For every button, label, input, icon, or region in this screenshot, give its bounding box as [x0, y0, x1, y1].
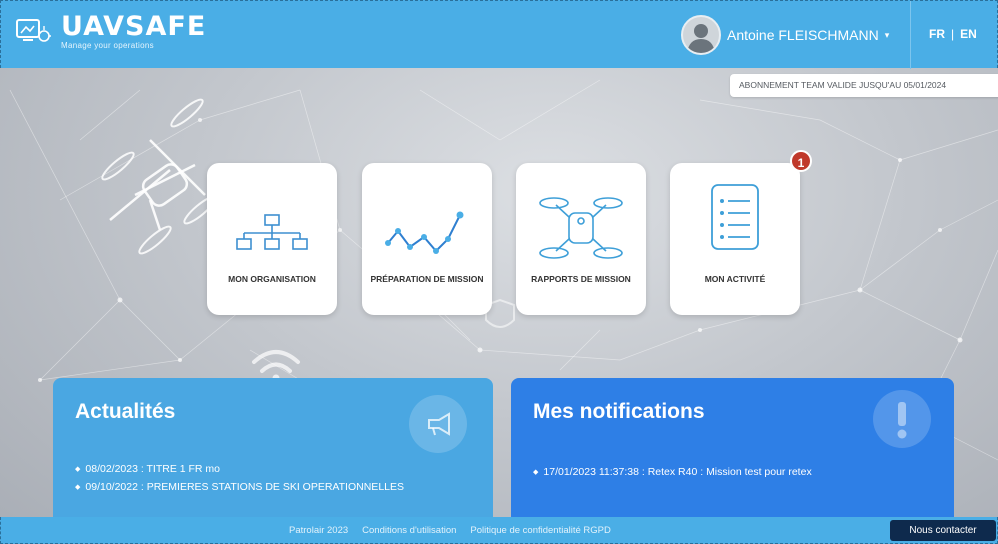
news-title: Actualités	[75, 400, 176, 423]
lang-en[interactable]: EN	[960, 27, 977, 41]
tile-preparation-mission[interactable]: PRÉPARATION DE MISSION	[362, 163, 492, 315]
tile-label: MON ORGANISATION	[228, 274, 316, 284]
checklist-icon	[670, 181, 800, 271]
tile-rapports-mission[interactable]: RAPPORTS DE MISSION	[516, 163, 646, 315]
notifications-list: ◆ 17/01/2023 11:37:38 : Retex R40 : Missi…	[533, 465, 933, 483]
footer-link-terms[interactable]: Conditions d'utilisation	[362, 525, 456, 536]
list-item[interactable]: ◆ 09/10/2022 : PREMIERES STATIONS DE SKI …	[75, 480, 455, 495]
tile-label: RAPPORTS DE MISSION	[531, 274, 631, 284]
logo-name: UAVSAFE	[61, 11, 207, 42]
list-item[interactable]: ◆ 17/01/2023 11:37:38 : Retex R40 : Missi…	[533, 465, 933, 480]
exclamation-icon	[873, 390, 931, 448]
logo-tagline: Manage your operations	[61, 41, 154, 50]
news-list: ◆ 08/02/2023 : TITRE 1 FR mo ◆ 09/10/2022 …	[75, 462, 455, 498]
avatar	[681, 15, 721, 55]
tile-mon-activite[interactable]: MON ACTIVITÉ	[670, 163, 800, 315]
tile-label: PRÉPARATION DE MISSION	[370, 274, 484, 284]
tile-label: MON ACTIVITÉ	[704, 274, 766, 284]
user-silhouette-icon	[687, 24, 715, 53]
footer-links: Patrolair 2023 Conditions d'utilisation …	[289, 525, 611, 536]
activity-count-badge: 1	[790, 150, 812, 172]
news-panel: Actualités ◆ 08/02/2023 : TITRE 1 FR mo ◆…	[53, 378, 493, 528]
logo[interactable]: UAVSAFE Manage your operations	[15, 13, 206, 50]
user-menu[interactable]: Antoine FLEISCHMANN ▾	[681, 15, 889, 55]
footer-link-copyright[interactable]: Patrolair 2023	[289, 525, 348, 536]
tile-mon-organisation[interactable]: MON ORGANISATION	[207, 163, 337, 315]
notifications-panel: Mes notifications ◆ 17/01/2023 11:37:38 :…	[511, 378, 954, 528]
drone-screen-icon	[15, 17, 51, 47]
footer-link-privacy[interactable]: Politique de confidentialité RGPD	[470, 525, 610, 536]
lang-fr[interactable]: FR	[929, 27, 945, 41]
header-divider	[910, 1, 911, 69]
user-name: Antoine FLEISCHMANN	[727, 27, 879, 43]
org-chart-icon	[207, 181, 337, 271]
notifications-title: Mes notifications	[533, 400, 705, 423]
megaphone-icon	[409, 395, 467, 453]
top-header-bar: UAVSAFE Manage your operations Antoine F…	[0, 0, 998, 69]
lang-separator: |	[951, 27, 955, 41]
flight-path-icon	[362, 181, 492, 271]
drone-icon	[516, 181, 646, 271]
chevron-down-icon: ▾	[884, 29, 890, 40]
contact-button[interactable]: Nous contacter	[890, 520, 996, 541]
list-item[interactable]: ◆ 08/02/2023 : TITRE 1 FR mo	[75, 462, 455, 477]
language-switcher: FR | EN	[929, 27, 977, 41]
footer-bar: Patrolair 2023 Conditions d'utilisation …	[0, 517, 998, 544]
subscription-badge: ABONNEMENT TEAM VALIDE JUSQU'AU 05/01/20…	[730, 74, 998, 97]
